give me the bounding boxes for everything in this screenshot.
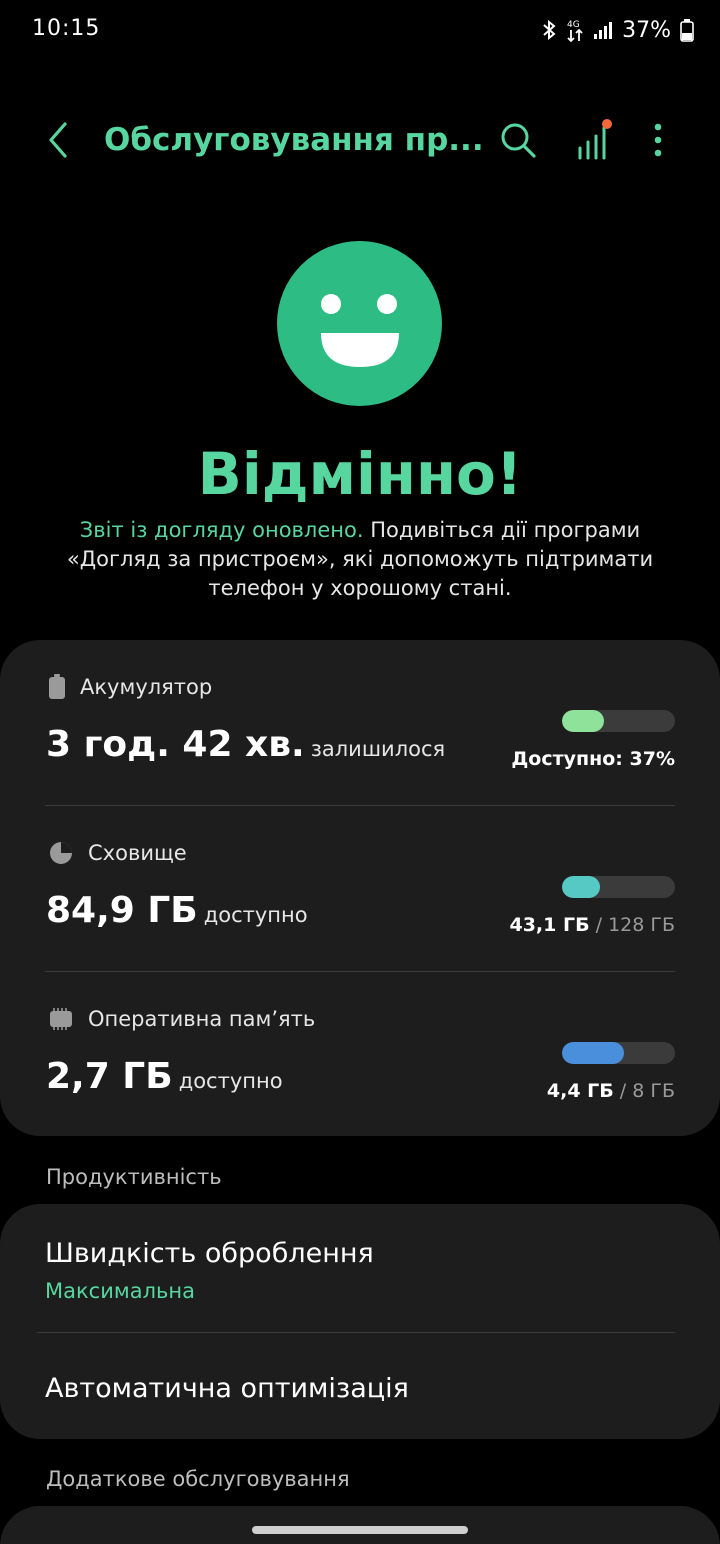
- memory-chip-icon: [50, 1008, 72, 1030]
- signal-icon: [593, 20, 613, 40]
- storage-total: 128 ГБ: [608, 914, 675, 936]
- storage-label: Сховище: [88, 841, 187, 865]
- processing-speed-item[interactable]: Швидкість оброблення Максимальна: [0, 1204, 720, 1332]
- ram-progress-bar: [562, 1042, 675, 1064]
- ram-used: 4,4 ГБ: [546, 1080, 614, 1102]
- section-header-additional: Додаткове обслуговування: [46, 1467, 350, 1491]
- page-title: Обслуговування пр...: [104, 122, 484, 158]
- battery-progress-bar: [562, 710, 675, 732]
- processing-speed-value: Максимальна: [45, 1279, 195, 1303]
- storage-used: 43,1 ГБ: [509, 914, 590, 936]
- ram-row[interactable]: Оперативна пам’ять 2,7 ГБ доступно 4,4 Г…: [0, 972, 720, 1138]
- back-button[interactable]: [36, 118, 80, 162]
- search-icon: [501, 123, 536, 158]
- ram-value: 2,7 ГБ: [46, 1056, 173, 1097]
- status-icons: 4G 37%: [541, 17, 694, 43]
- report-updated-text: Звіт із догляду оновлено.: [79, 518, 364, 542]
- storage-suffix: доступно: [203, 903, 308, 927]
- battery-icon: [49, 674, 65, 699]
- storage-separator: /: [589, 914, 609, 936]
- ram-separator: /: [613, 1080, 633, 1102]
- more-vert-icon: [654, 123, 662, 157]
- status-time: 10:15: [32, 16, 101, 41]
- data-transfer-icon: 4G: [566, 17, 584, 43]
- ram-total: 8 ГБ: [632, 1080, 675, 1102]
- battery-percent: 37%: [622, 17, 671, 43]
- battery-progress-fill: [562, 710, 604, 732]
- app-bar: Обслуговування пр...: [0, 100, 720, 184]
- storage-pie-icon: [50, 842, 72, 864]
- battery-row[interactable]: Акумулятор 3 год. 42 хв. залишилося Дост…: [0, 640, 720, 806]
- search-button[interactable]: [496, 118, 540, 162]
- status-title: Відмінно!: [197, 440, 523, 508]
- auto-optimization-item[interactable]: Автоматична оптимізація: [0, 1333, 720, 1439]
- battery-label: Акумулятор: [80, 675, 213, 699]
- svg-text:4G: 4G: [567, 20, 580, 30]
- bar-chart-icon: [578, 119, 612, 160]
- auto-optimization-title: Автоматична оптимізація: [45, 1373, 409, 1404]
- stats-button[interactable]: [572, 118, 616, 162]
- more-options-button[interactable]: [636, 118, 680, 162]
- home-indicator[interactable]: [252, 1526, 468, 1534]
- battery-available: Доступно: 37%: [511, 748, 675, 770]
- productivity-card: Швидкість оброблення Максимальна Автомат…: [0, 1204, 720, 1439]
- battery-time-suffix: залишилося: [310, 737, 446, 761]
- storage-progress-fill: [562, 876, 601, 898]
- status-bar: 10:15 4G 37%: [0, 0, 720, 62]
- ram-label: Оперативна пам’ять: [88, 1007, 316, 1031]
- ram-progress-fill: [562, 1042, 625, 1064]
- storage-row[interactable]: Сховище 84,9 ГБ доступно 43,1 ГБ / 128 Г…: [0, 806, 720, 972]
- storage-value: 84,9 ГБ: [46, 890, 198, 931]
- section-header-productivity: Продуктивність: [46, 1165, 222, 1189]
- status-description: Звіт із догляду оновлено. Подивіться дії…: [40, 516, 680, 603]
- additional-maintenance-card: [0, 1506, 720, 1544]
- battery-time-value: 3 год. 42 хв.: [46, 724, 305, 765]
- battery-icon: [680, 18, 694, 42]
- chevron-left-icon: [49, 122, 67, 158]
- processing-speed-title: Швидкість оброблення: [45, 1238, 374, 1269]
- smiley-face-icon: [277, 241, 442, 406]
- bluetooth-icon: [541, 18, 557, 42]
- ram-suffix: доступно: [178, 1069, 283, 1093]
- storage-progress-bar: [562, 876, 675, 898]
- device-stats-card: Акумулятор 3 год. 42 хв. залишилося Дост…: [0, 640, 720, 1136]
